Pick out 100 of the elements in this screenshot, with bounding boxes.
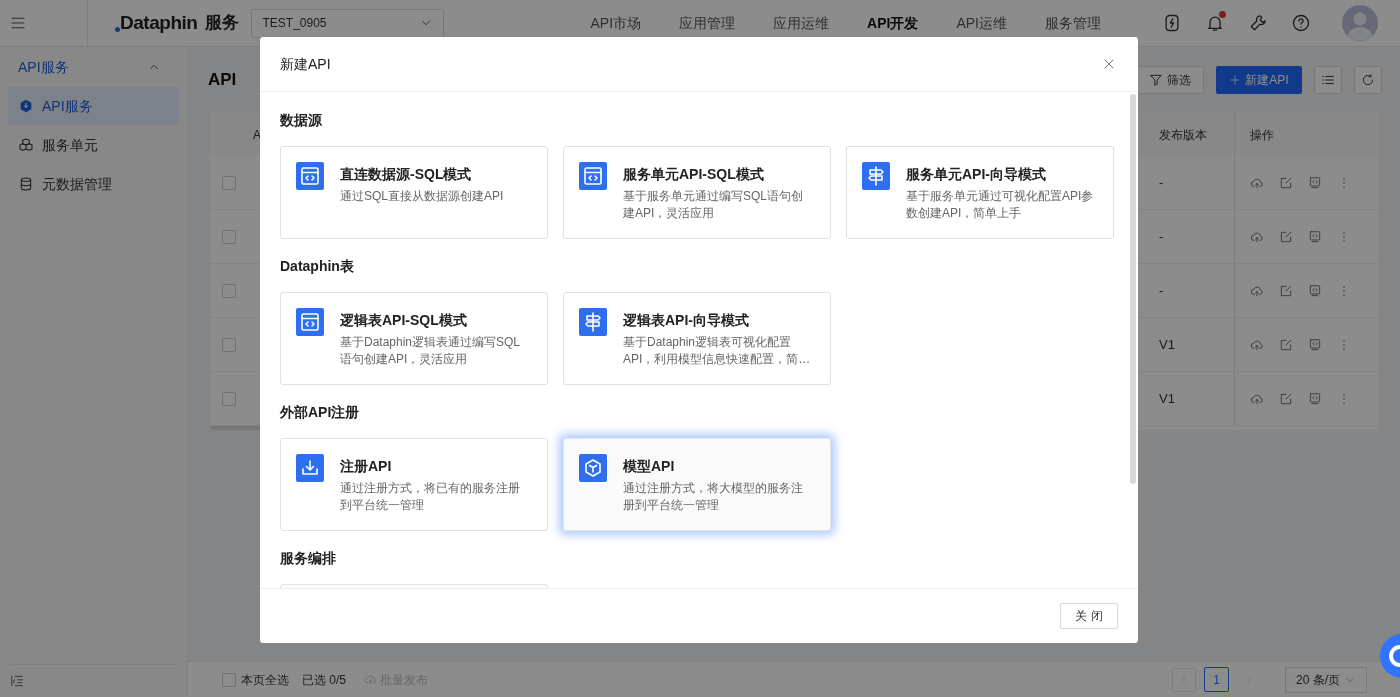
row-checkbox[interactable] [222, 229, 236, 244]
version-cell: V1 [1159, 336, 1175, 352]
option-card[interactable]: 服务单元API-向导模式 基于服务单元通过可视化配置API参数创建API，简单上手 [846, 146, 1114, 239]
filter-button[interactable]: 筛选 [1136, 66, 1204, 94]
column-header: 操作 [1250, 126, 1274, 144]
product-name: 服务 [205, 12, 240, 35]
page-size-select[interactable]: 20 条/页 [1285, 666, 1367, 693]
selected-count: 已选 0/5 [302, 671, 346, 689]
nav-tab[interactable]: 应用管理 [679, 12, 736, 34]
cloud-upload-icon [364, 673, 377, 686]
plus-icon [1229, 74, 1242, 86]
option-title: 注册API [340, 457, 393, 476]
avatar[interactable] [1342, 5, 1378, 41]
option-title: 模型API [623, 457, 676, 476]
version-cell: V1 [1159, 390, 1175, 406]
cloud-upload-icon[interactable] [1250, 337, 1264, 352]
code-monitor-icon[interactable] [1308, 337, 1322, 352]
option-title: 逻辑表API-SQL模式 [340, 311, 468, 330]
refresh-icon [1361, 73, 1375, 87]
option-description: 通过注册方式，将已有的服务注册到平台统一管理 [340, 480, 521, 514]
page-title: API [208, 69, 237, 92]
list-icon [1321, 73, 1335, 87]
cubes-icon [18, 137, 34, 153]
option-description: 通过SQL直接从数据源创建API [340, 188, 505, 205]
sql-option-icon [296, 308, 324, 336]
section-title: 服务编排 [280, 548, 336, 568]
option-description: 基于Dataphin逻辑表可视化配置API，利用模型信息快速配置，简… [623, 334, 812, 368]
option-title: 服务单元API-向导模式 [906, 165, 1047, 184]
register-option-icon [296, 454, 324, 482]
column-header: 发布版本 [1159, 127, 1207, 142]
code-monitor-icon[interactable] [1308, 229, 1322, 244]
option-description: 基于Dataphin逻辑表通过编写SQL语句创建API，灵活应用 [340, 334, 522, 368]
edit-icon[interactable] [1279, 175, 1293, 190]
option-description: 通过注册方式，将大模型的服务注册到平台统一管理 [623, 480, 804, 514]
sidebar-group[interactable]: API服务 [0, 59, 187, 75]
option-title: 逻辑表API-向导模式 [623, 311, 750, 330]
code-monitor-icon[interactable] [1308, 391, 1322, 406]
row-checkbox[interactable] [222, 175, 236, 190]
option-description: 基于服务单元通过可视化配置API参数创建API，简单上手 [906, 188, 1095, 222]
cloud-upload-icon[interactable] [1250, 229, 1264, 244]
model-option-icon [579, 454, 607, 482]
version-cell: - [1159, 174, 1164, 190]
database-icon [18, 176, 34, 192]
edit-icon[interactable] [1279, 391, 1293, 406]
hexagon-icon [18, 98, 34, 114]
collapse-icon[interactable] [10, 674, 24, 688]
code-monitor-icon[interactable] [1308, 175, 1322, 190]
create-api-button[interactable]: 新建API [1216, 66, 1302, 94]
column-header: A [253, 127, 261, 142]
dialog-title: 新建API [280, 54, 331, 74]
edit-icon[interactable] [1279, 283, 1293, 298]
menu-icon[interactable] [10, 15, 26, 31]
version-cell: - [1159, 228, 1164, 244]
option-card[interactable]: 注册API 通过注册方式，将已有的服务注册到平台统一管理 [280, 438, 548, 531]
select-all-checkbox[interactable] [222, 672, 236, 687]
sql-option-icon [579, 162, 607, 190]
edit-icon[interactable] [1279, 229, 1293, 244]
filter-icon [1149, 73, 1163, 87]
row-checkbox[interactable] [222, 337, 236, 352]
nav-tab[interactable]: 应用运维 [773, 12, 830, 34]
code-monitor-icon[interactable] [1308, 283, 1322, 298]
scrollbar[interactable] [1130, 94, 1136, 484]
close-icon[interactable] [1102, 57, 1116, 71]
nav-tab[interactable]: API运维 [956, 12, 1007, 34]
nav-tab[interactable]: API市场 [590, 12, 642, 34]
option-card[interactable]: 服务单元API-SQL模式 基于服务单元通过编写SQL语句创建API，灵活应用 [563, 146, 831, 239]
nav-tab[interactable]: API开发 [867, 12, 919, 34]
sidebar-item[interactable]: 元数据管理 [8, 165, 179, 203]
edit-icon[interactable] [1279, 337, 1293, 352]
sidebar-item[interactable]: 服务单元 [8, 126, 179, 164]
sql-option-icon [296, 162, 324, 190]
section-title: Dataphin表 [280, 256, 354, 276]
option-description: 基于服务单元通过编写SQL语句创建API，灵活应用 [623, 188, 804, 222]
sidebar-group-label: API服务 [18, 57, 69, 77]
sidebar-item[interactable]: API服务 [8, 87, 179, 125]
option-title: 直连数据源-SQL模式 [340, 165, 473, 184]
section-title: 外部API注册 [280, 402, 360, 422]
help-icon[interactable] [1291, 13, 1311, 33]
wizard-option-icon [862, 162, 890, 190]
option-card[interactable]: 直连数据源-SQL模式 通过SQL直接从数据源创建API [280, 146, 548, 239]
option-card[interactable]: 逻辑表API-向导模式 基于Dataphin逻辑表可视化配置API，利用模型信息快速配置，简… [563, 292, 831, 385]
wrench-icon[interactable] [1248, 13, 1268, 33]
page-number[interactable]: 1 [1204, 667, 1229, 692]
row-checkbox[interactable] [222, 283, 236, 298]
cloud-upload-icon[interactable] [1250, 283, 1264, 298]
version-cell: - [1159, 282, 1164, 298]
option-card[interactable]: 逻辑表API-SQL模式 基于Dataphin逻辑表通过编写SQL语句创建API，灵活应用 [280, 292, 548, 385]
section-title: 数据源 [280, 110, 322, 130]
refresh-button[interactable] [1354, 66, 1382, 94]
option-title: 服务单元API-SQL模式 [623, 165, 765, 184]
cloud-upload-icon[interactable] [1250, 175, 1264, 190]
close-button[interactable]: 关 闭 [1060, 603, 1118, 629]
list-view-button[interactable] [1314, 66, 1342, 94]
wizard-option-icon [579, 308, 607, 336]
logo: Dataphin [120, 10, 198, 35]
row-checkbox[interactable] [222, 391, 236, 406]
cloud-upload-icon[interactable] [1250, 391, 1264, 406]
option-card[interactable]: 模型API 通过注册方式，将大模型的服务注册到平台统一管理 [563, 438, 831, 531]
select-all-label[interactable]: 本页全选 [241, 670, 289, 689]
nav-tab[interactable]: 服务管理 [1045, 12, 1101, 34]
